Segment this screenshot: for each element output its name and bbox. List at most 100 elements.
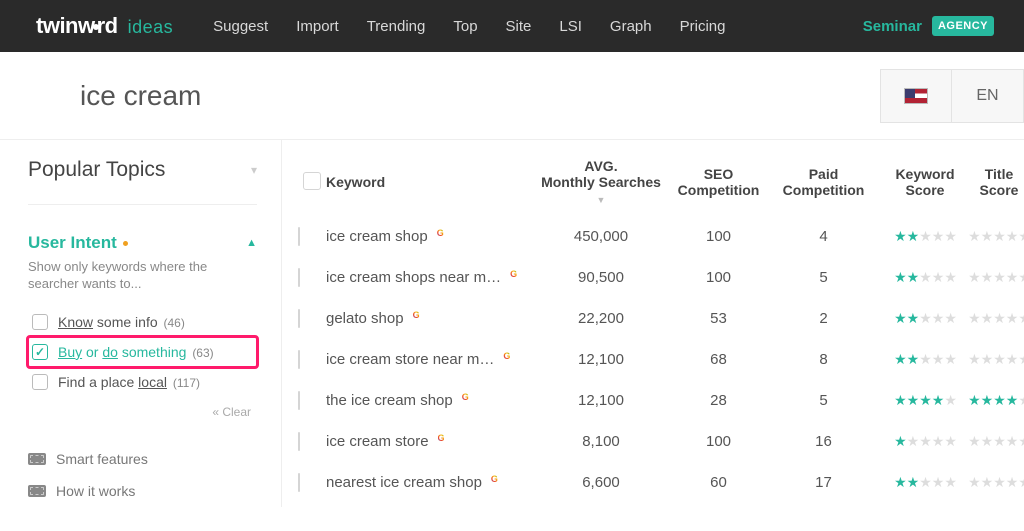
cell-paid: 8 [771, 351, 876, 368]
sidebar: Popular Topics ▾ User Intent ▲ Show only… [0, 140, 282, 507]
checkbox[interactable] [32, 314, 48, 330]
cell-keyword[interactable]: ice cream store [326, 433, 536, 450]
help-how-it-works[interactable]: How it works [28, 475, 257, 507]
cell-paid: 2 [771, 310, 876, 327]
google-icon[interactable] [500, 349, 513, 362]
table-row: gelato shop 22,200532★★★★★★★★★★ [292, 298, 1024, 339]
cell-keyword[interactable]: the ice cream shop [326, 392, 536, 409]
intent-option-local[interactable]: Find a place local (117) [28, 367, 257, 397]
cell-paid: 4 [771, 228, 876, 245]
locale-group: EN [880, 69, 1024, 123]
cell-tscore: ★★★★★ [974, 351, 1024, 368]
row-checkbox[interactable] [298, 268, 300, 287]
intent-option-know[interactable]: Know some info (46) [28, 307, 257, 337]
cell-keyword[interactable]: nearest ice cream shop [326, 474, 536, 491]
language-select[interactable]: EN [952, 69, 1024, 123]
intent-option-buy[interactable]: Buy or do something (63) [28, 337, 257, 367]
cell-avg: 8,100 [536, 433, 666, 450]
cell-tscore: ★★★★★ [974, 474, 1024, 491]
google-icon[interactable] [410, 308, 423, 321]
nav-import[interactable]: Import [296, 18, 339, 35]
checkbox[interactable] [32, 344, 48, 360]
row-checkbox[interactable] [298, 309, 300, 328]
col-paid[interactable]: PaidCompetition [771, 166, 876, 198]
triangle-up-icon: ▲ [246, 237, 257, 249]
cell-avg: 12,100 [536, 392, 666, 409]
google-icon[interactable] [434, 226, 447, 239]
cell-avg: 6,600 [536, 474, 666, 491]
cell-avg: 450,000 [536, 228, 666, 245]
chevron-down-icon: ▾ [251, 163, 257, 177]
logo[interactable]: twinwrd ideas [36, 13, 173, 39]
table-row: ice cream shop 450,0001004★★★★★★★★★★ [292, 216, 1024, 257]
cell-tscore: ★★★★★ [974, 310, 1024, 327]
table-row: the ice cream shop 12,100285★★★★★★★★★★ [292, 380, 1024, 421]
col-avg[interactable]: AVG.Monthly Searches▼ [536, 158, 666, 206]
seminar-link[interactable]: Seminar [863, 18, 922, 35]
col-keyword[interactable]: Keyword [326, 174, 536, 190]
col-kscore[interactable]: KeywordScore [876, 166, 974, 198]
cell-kscore: ★★★★★ [876, 392, 974, 409]
help-label: How it works [56, 483, 135, 499]
clear-link[interactable]: « Clear [34, 405, 251, 419]
table-body: ice cream shop 450,0001004★★★★★★★★★★ice … [292, 216, 1024, 503]
cell-seo: 68 [666, 351, 771, 368]
user-intent-label: User Intent [28, 233, 117, 253]
nav-suggest[interactable]: Suggest [213, 18, 268, 35]
google-icon[interactable] [488, 472, 501, 485]
country-select[interactable] [880, 69, 952, 123]
intent-count: (63) [192, 346, 213, 360]
cell-paid: 5 [771, 269, 876, 286]
card-icon [28, 453, 46, 465]
user-intent-header[interactable]: User Intent ▲ [28, 233, 257, 253]
popular-topics-label: Popular Topics [28, 158, 165, 182]
cell-keyword[interactable]: ice cream store near m… [326, 351, 536, 368]
nav-links: Suggest Import Trending Top Site LSI Gra… [213, 18, 725, 35]
help-label: Smart features [56, 451, 148, 467]
cell-kscore: ★★★★★ [876, 228, 974, 245]
nav-top[interactable]: Top [453, 18, 477, 35]
cell-tscore: ★★★★★ [974, 392, 1024, 409]
flag-us-icon [904, 88, 928, 104]
checkbox[interactable] [32, 374, 48, 390]
row-checkbox[interactable] [298, 391, 300, 410]
nav-right: Seminar AGENCY [863, 16, 994, 36]
cell-keyword[interactable]: ice cream shops near m… [326, 269, 536, 286]
user-intent-sub: Show only keywords where the searcher wa… [28, 259, 257, 293]
row-checkbox[interactable] [298, 432, 300, 451]
nav-pricing[interactable]: Pricing [680, 18, 726, 35]
popular-topics-header[interactable]: Popular Topics ▾ [28, 158, 257, 205]
cell-paid: 16 [771, 433, 876, 450]
table-row: ice cream store near m… 12,100688★★★★★★★… [292, 339, 1024, 380]
top-nav: twinwrd ideas Suggest Import Trending To… [0, 0, 1024, 52]
logo-ideas: ideas [128, 17, 174, 38]
nav-graph[interactable]: Graph [610, 18, 652, 35]
row-checkbox[interactable] [298, 227, 300, 246]
search-term[interactable]: ice cream [80, 80, 880, 112]
cell-keyword[interactable]: gelato shop [326, 310, 536, 327]
intent-underline2: do [102, 344, 118, 360]
google-icon[interactable] [459, 390, 472, 403]
cell-paid: 17 [771, 474, 876, 491]
select-all-checkbox[interactable] [303, 172, 321, 190]
google-icon[interactable] [435, 431, 448, 444]
logo-dot-icon [93, 24, 99, 30]
cell-kscore: ★★★★★ [876, 474, 974, 491]
help-smart-features[interactable]: Smart features [28, 443, 257, 475]
col-tscore[interactable]: TitleScore [974, 166, 1024, 198]
intent-underline: local [138, 374, 167, 390]
help-links: Smart features How it works [28, 443, 257, 507]
search-row: ice cream EN [0, 52, 1024, 140]
table-header: Keyword AVG.Monthly Searches▼ SEOCompeti… [292, 158, 1024, 216]
nav-site[interactable]: Site [506, 18, 532, 35]
col-seo[interactable]: SEOCompetition [666, 166, 771, 198]
nav-lsi[interactable]: LSI [559, 18, 582, 35]
nav-trending[interactable]: Trending [367, 18, 426, 35]
intent-count: (117) [173, 376, 200, 390]
cell-keyword[interactable]: ice cream shop [326, 228, 536, 245]
row-checkbox[interactable] [298, 350, 300, 369]
row-checkbox[interactable] [298, 473, 300, 492]
google-icon[interactable] [507, 267, 520, 280]
main: Popular Topics ▾ User Intent ▲ Show only… [0, 140, 1024, 507]
agency-badge[interactable]: AGENCY [932, 16, 994, 36]
